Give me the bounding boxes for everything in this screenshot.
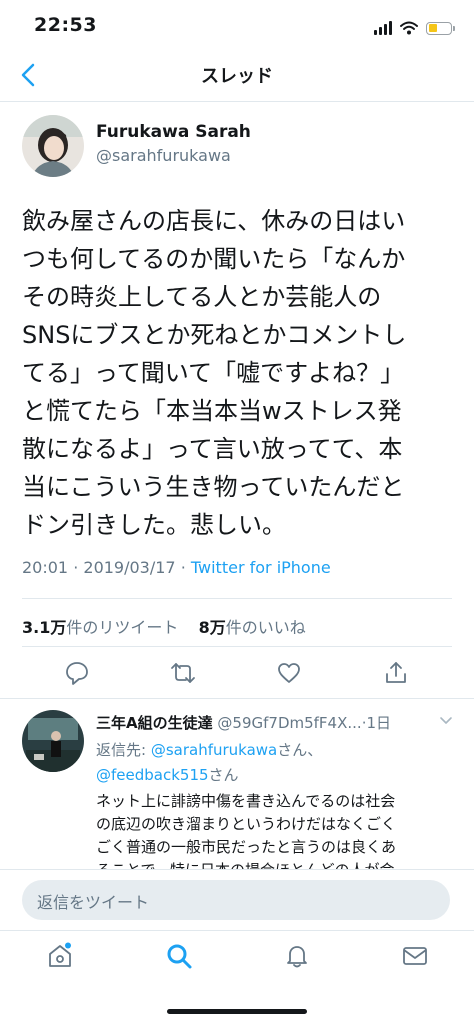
reply-icon[interactable] bbox=[64, 660, 90, 686]
status-time: 22:53 bbox=[34, 14, 97, 36]
search-icon[interactable] bbox=[165, 942, 193, 970]
tweet-text-line: ドン引きした。悲しい。 bbox=[22, 511, 286, 539]
tweet-meta: 20:01 · 2019/03/17 · Twitter for iPhone bbox=[22, 558, 331, 577]
reply-to-suffix: さん、 bbox=[277, 741, 323, 759]
retweet-stat[interactable]: 3.1万件のリツイート bbox=[22, 618, 178, 637]
like-count: 8万 bbox=[198, 618, 226, 637]
reply-author-handle[interactable]: @59Gf7Dm5fF4X... bbox=[217, 714, 361, 732]
reply-to-label: 返信先: bbox=[96, 741, 147, 759]
meta-separator: · bbox=[180, 558, 186, 577]
retweet-count: 3.1万 bbox=[22, 618, 67, 637]
tweet-time: 20:01 bbox=[22, 558, 69, 577]
author-name[interactable]: Furukawa Sarah bbox=[96, 122, 251, 142]
reply-text[interactable]: ネット上に誹謗中傷を書き込んでるのは社会 の底辺の吹き溜まりというわけだはなくご… bbox=[96, 790, 450, 870]
reply-to: 返信先: @sarahfurukawaさん、 @feedback515さん bbox=[96, 738, 322, 788]
tweet-text-line: てる」って聞いて「嘘ですよね？」 bbox=[22, 359, 405, 387]
home-icon[interactable] bbox=[46, 942, 74, 970]
tweet-text-line: その時炎上してる人とか芸能人の bbox=[22, 283, 382, 311]
retweet-icon[interactable] bbox=[170, 660, 196, 686]
reply-text-line: の底辺の吹き溜まりというわけだはなくごく bbox=[96, 815, 397, 833]
tweet-text-line: 飲み屋さんの店長に、休みの日はい bbox=[22, 207, 406, 235]
share-icon[interactable] bbox=[383, 660, 409, 686]
status-icons bbox=[374, 18, 455, 38]
home-indicator bbox=[167, 1009, 307, 1014]
tweet-text: 飲み屋さんの店長に、休みの日はい つも何してるのか聞いたら「なんか その時炎上し… bbox=[22, 202, 452, 544]
reply-author-name[interactable]: 三年A組の生徒達 bbox=[96, 714, 213, 732]
chevron-down-icon[interactable] bbox=[438, 712, 454, 728]
page-title: スレッド bbox=[201, 66, 273, 87]
reply-text-line: ネット上に誹謗中傷を書き込んでるのは社会 bbox=[96, 792, 396, 810]
reply-to-user-link[interactable]: @feedback515 bbox=[96, 766, 209, 784]
notifications-bell-icon[interactable] bbox=[283, 942, 311, 970]
avatar[interactable] bbox=[22, 115, 84, 177]
tweet-date: 2019/03/17 bbox=[83, 558, 176, 577]
actions-divider bbox=[0, 698, 474, 699]
tweet-source-link[interactable]: Twitter for iPhone bbox=[191, 558, 331, 577]
meta-divider bbox=[22, 598, 452, 599]
reply-header: 三年A組の生徒達 @59Gf7Dm5fF4X...·1日 bbox=[96, 712, 430, 733]
like-heart-icon[interactable] bbox=[276, 660, 302, 686]
compose-placeholder: 返信をツイート bbox=[37, 893, 150, 912]
author-handle[interactable]: @sarahfurukawa bbox=[96, 146, 231, 165]
reply-to-suffix: さん bbox=[208, 766, 239, 784]
tweet-text-line: SNSにブスとか死ねとかコメントし bbox=[22, 321, 407, 349]
cellular-signal-icon bbox=[374, 21, 392, 35]
tweet-text-line: 散になるよ」って言い放ってて、本 bbox=[22, 435, 403, 463]
reply-time: ·1日 bbox=[361, 714, 391, 732]
tweet-text-line: つも何してるのか聞いたら「なんか bbox=[22, 245, 406, 273]
tweet-text-line: 当にこういう生き物っていたんだと bbox=[22, 473, 405, 501]
tweet-stats: 3.1万件のリツイート 8万件のいいね bbox=[22, 614, 306, 638]
tweet-text-line: と慌てたら「本当本当wストレス発 bbox=[22, 397, 402, 425]
retweet-label: 件のリツイート bbox=[66, 618, 179, 637]
like-label: 件のいいね bbox=[225, 618, 306, 637]
stats-divider bbox=[22, 646, 452, 647]
nav-divider bbox=[0, 101, 474, 102]
battery-icon bbox=[426, 21, 455, 35]
wifi-icon bbox=[400, 21, 418, 35]
tabbar-divider bbox=[0, 930, 474, 931]
messages-envelope-icon[interactable] bbox=[401, 942, 429, 970]
reply-text-line: ごく普通の一般市民だったと言うのは良くあ bbox=[96, 838, 397, 856]
meta-separator: · bbox=[73, 558, 79, 577]
reply-to-user-link[interactable]: @sarahfurukawa bbox=[151, 741, 277, 759]
reply-avatar[interactable] bbox=[22, 710, 84, 772]
like-stat[interactable]: 8万件のいいね bbox=[199, 618, 306, 637]
